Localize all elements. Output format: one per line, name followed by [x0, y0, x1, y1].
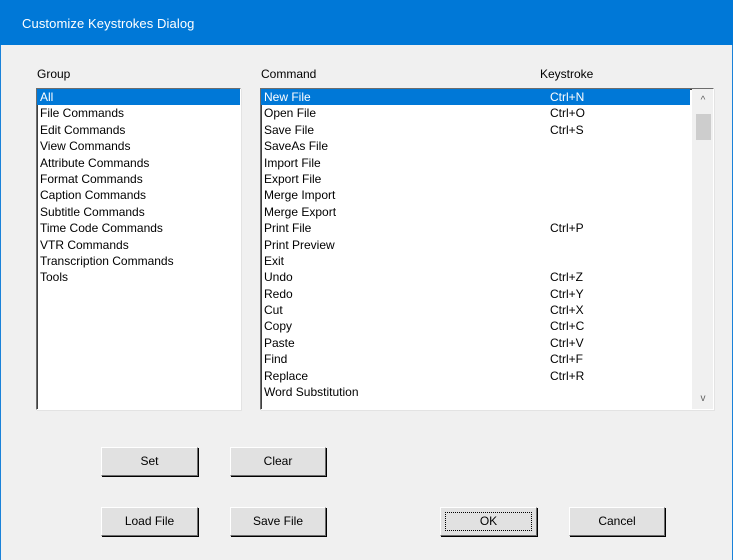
command-list-item[interactable]: Open File Ctrl+O [261, 105, 690, 121]
scroll-up-arrow-icon[interactable]: ^ [693, 92, 713, 109]
command-list-item[interactable]: SaveAs File [261, 138, 690, 154]
command-keystroke: Ctrl+Y [550, 286, 584, 301]
load-file-button[interactable]: Load File [101, 507, 198, 536]
command-name: Save File [264, 122, 315, 137]
command-list-item[interactable]: Find Ctrl+F [261, 351, 690, 367]
cancel-button[interactable]: Cancel [569, 507, 665, 536]
command-keystroke: Ctrl+R [550, 368, 585, 383]
command-name: Redo [264, 286, 293, 301]
group-list-item[interactable]: Subtitle Commands [37, 204, 240, 220]
group-list-item[interactable]: Transcription Commands [37, 253, 240, 269]
command-keystroke: Ctrl+X [550, 303, 584, 318]
command-name: Copy [264, 319, 293, 334]
group-list-item[interactable]: File Commands [37, 105, 240, 121]
ok-button-label: OK [445, 512, 532, 531]
command-keystroke: Ctrl+O [550, 106, 586, 121]
command-list-item[interactable]: Save File Ctrl+S [261, 122, 690, 138]
scroll-down-arrow-icon[interactable]: v [693, 390, 713, 407]
command-name: Find [264, 352, 288, 367]
group-list-item[interactable]: View Commands [37, 138, 240, 154]
command-list-item[interactable]: Paste Ctrl+V [261, 335, 690, 351]
command-keystroke: Ctrl+C [550, 319, 585, 334]
command-name: Undo [264, 270, 293, 285]
group-list-item[interactable]: Time Code Commands [37, 220, 240, 236]
command-listbox[interactable]: New File Ctrl+N Open File Ctrl+O Save File Ct… [260, 88, 714, 410]
group-list-item[interactable]: Attribute Commands [37, 155, 240, 171]
command-list-item[interactable]: Copy Ctrl+C [261, 318, 690, 334]
command-list-item[interactable]: Merge Export [261, 204, 690, 220]
command-list-item[interactable]: Print Preview [261, 237, 690, 253]
command-name: New File [264, 90, 311, 104]
command-name: Merge Import [264, 188, 336, 203]
ok-button[interactable]: OK [440, 507, 537, 536]
command-keystroke: Ctrl+S [550, 122, 584, 137]
command-name: Exit [264, 253, 285, 268]
title-bar[interactable]: Customize Keystrokes Dialog [0, 0, 733, 45]
command-name: Print File [264, 221, 312, 236]
command-list-item[interactable]: Merge Import [261, 187, 690, 203]
command-name: Paste [264, 335, 295, 350]
keystroke-label: Keystroke [540, 67, 594, 81]
set-button[interactable]: Set [101, 447, 198, 476]
command-list-item[interactable]: Redo Ctrl+Y [261, 286, 690, 302]
command-keystroke: Ctrl+V [550, 335, 584, 350]
command-keystroke: Ctrl+Z [550, 270, 583, 285]
command-list-item[interactable]: New File Ctrl+N [261, 89, 690, 106]
window-title: Customize Keystrokes Dialog [22, 16, 195, 31]
scroll-thumb[interactable] [696, 114, 711, 140]
command-list-item[interactable]: Replace Ctrl+R [261, 368, 690, 384]
command-list-item[interactable]: Word Substitution [261, 384, 690, 400]
command-list-item[interactable]: Undo Ctrl+Z [261, 269, 690, 285]
command-keystroke: Ctrl+N [550, 90, 585, 104]
group-list-item[interactable]: Caption Commands [37, 187, 240, 203]
group-list-item[interactable]: VTR Commands [37, 237, 240, 253]
command-list-item[interactable]: Exit [261, 253, 690, 269]
command-list-item[interactable]: Cut Ctrl+X [261, 302, 690, 318]
window-border-left [0, 45, 1, 560]
command-rows: New File Ctrl+N Open File Ctrl+O Save File Ct… [261, 89, 713, 400]
command-list-item[interactable]: Import File [261, 155, 690, 171]
command-keystroke: Ctrl+P [550, 221, 584, 236]
command-scrollbar[interactable]: ^ v [692, 89, 713, 409]
command-name: Replace [264, 368, 309, 383]
command-name: Open File [264, 106, 317, 121]
group-listbox[interactable]: All File Commands Edit Commands View Comman… [36, 88, 241, 410]
command-name: Export File [264, 171, 322, 186]
command-name: Cut [264, 303, 283, 318]
group-list-item[interactable]: Format Commands [37, 171, 240, 187]
command-name: Word Substitution [264, 385, 359, 400]
clear-button[interactable]: Clear [230, 447, 326, 476]
group-list-item[interactable]: Edit Commands [37, 122, 240, 138]
group-label: Group [37, 67, 71, 81]
command-name: Merge Export [264, 204, 337, 219]
command-label: Command [261, 67, 317, 81]
save-file-button[interactable]: Save File [230, 507, 326, 536]
group-list-item[interactable]: Tools [37, 269, 240, 285]
command-name: SaveAs File [264, 139, 329, 154]
command-name: Import File [264, 155, 321, 170]
group-list-item[interactable]: All [37, 89, 240, 106]
command-keystroke: Ctrl+F [550, 352, 583, 367]
command-list-item[interactable]: Export File [261, 171, 690, 187]
command-list-item[interactable]: Print File Ctrl+P [261, 220, 690, 236]
command-name: Print Preview [264, 237, 335, 252]
